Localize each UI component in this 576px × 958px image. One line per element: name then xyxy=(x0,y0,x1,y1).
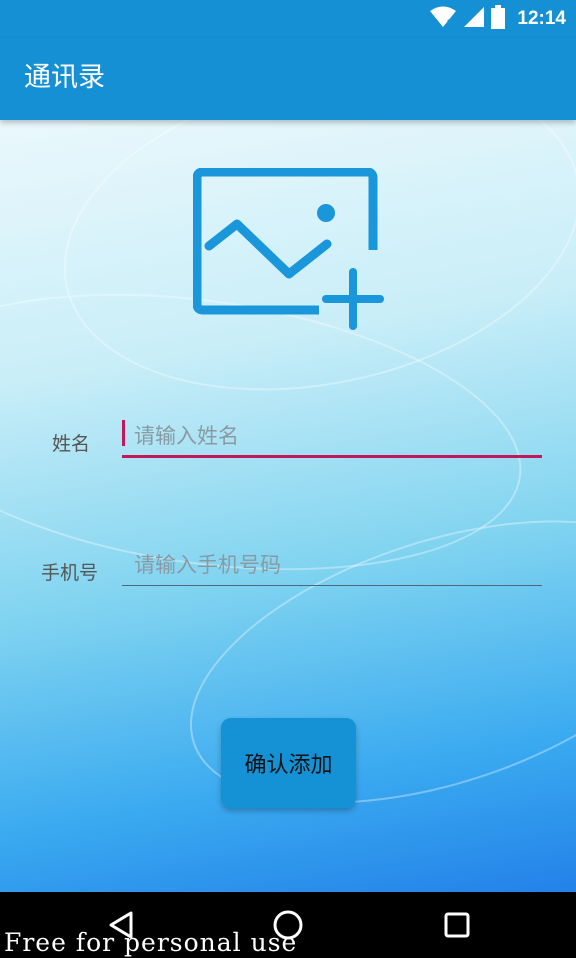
text-cursor xyxy=(122,420,125,446)
confirm-add-label: 确认添加 xyxy=(244,753,333,778)
phone-input[interactable] xyxy=(122,545,542,585)
phone-field-wrapper xyxy=(122,545,542,586)
content-area: 姓名 手机号 确认添加 xyxy=(0,120,576,892)
status-icons: 12:14 xyxy=(429,5,566,33)
add-photo-button[interactable] xyxy=(192,167,385,330)
phone-label: 手机号 xyxy=(41,562,99,584)
signal-icon xyxy=(463,6,485,32)
name-underline xyxy=(122,455,542,458)
app-bar: 通讯录 xyxy=(0,38,576,120)
add-image-icon xyxy=(192,167,384,330)
name-label: 姓名 xyxy=(52,433,91,455)
wifi-icon xyxy=(429,6,457,32)
recents-button[interactable] xyxy=(440,908,474,942)
battery-icon xyxy=(491,5,506,33)
status-time: 12:14 xyxy=(517,8,566,29)
phone-underline xyxy=(122,585,542,586)
recents-icon xyxy=(444,912,470,938)
name-field-wrapper xyxy=(122,416,542,458)
phone-screen: 12:14 通讯录 姓名 手机号 xyxy=(0,0,576,958)
watermark: Free for personal use xyxy=(4,928,298,957)
status-bar: 12:14 xyxy=(0,0,576,38)
name-input[interactable] xyxy=(122,416,542,456)
app-title: 通讯录 xyxy=(24,62,105,93)
confirm-add-button[interactable]: 确认添加 xyxy=(221,718,356,808)
